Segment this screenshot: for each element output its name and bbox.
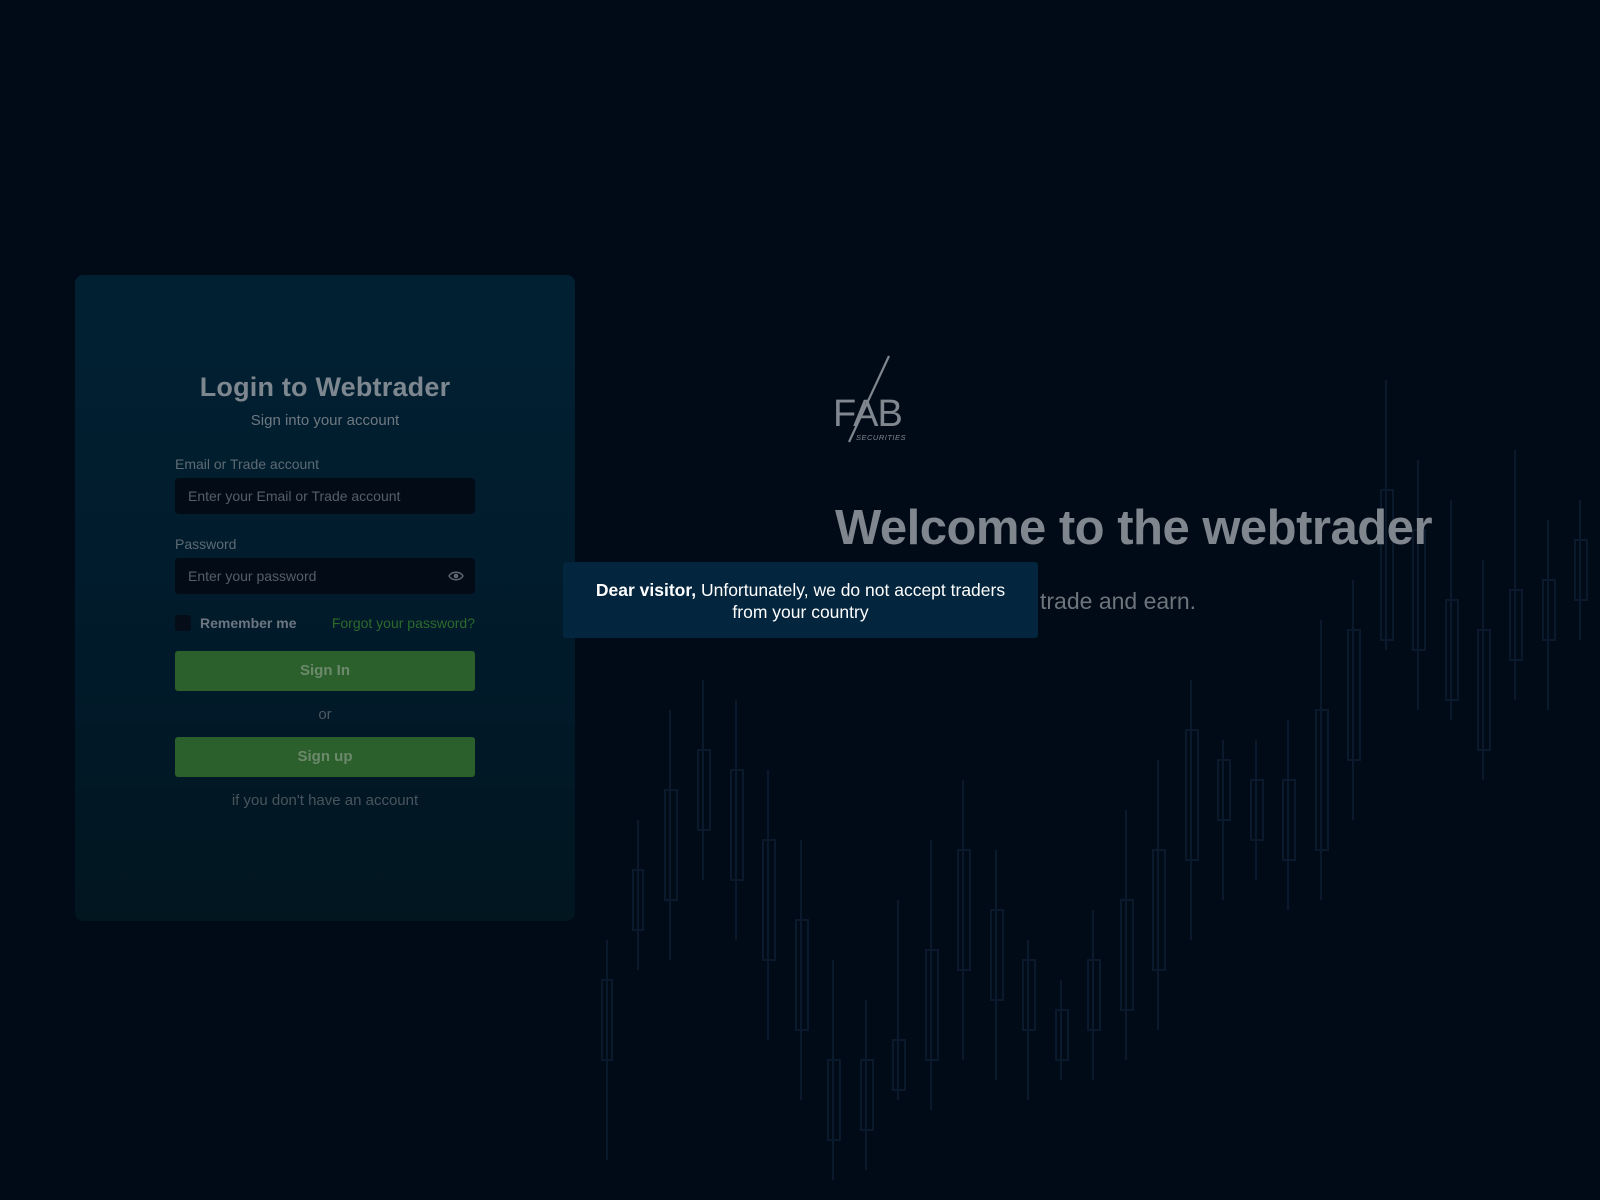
login-card: Login to Webtrader Sign into your accoun… bbox=[75, 275, 575, 921]
page: Login to Webtrader Sign into your accoun… bbox=[0, 0, 1600, 1200]
login-form: Login to Webtrader Sign into your accoun… bbox=[175, 372, 475, 809]
email-input[interactable]: Enter your Email or Trade account bbox=[175, 478, 475, 514]
remember-row: Remember me Forgot your password? bbox=[175, 615, 475, 631]
sign-in-button[interactable]: Sign In bbox=[175, 651, 475, 691]
remember-label: Remember me bbox=[200, 615, 297, 631]
forgot-password-link[interactable]: Forgot your password? bbox=[332, 615, 475, 631]
email-label: Email or Trade account bbox=[175, 456, 319, 472]
remember-me[interactable]: Remember me bbox=[175, 615, 297, 631]
fab-securities-logo: FAB SECURITIES bbox=[833, 355, 906, 443]
login-subtitle: Sign into your account bbox=[250, 412, 400, 429]
email-placeholder: Enter your Email or Trade account bbox=[188, 488, 401, 504]
logo-text: FAB bbox=[833, 393, 902, 435]
password-input[interactable]: Enter your password bbox=[175, 558, 475, 594]
sign-up-button[interactable]: Sign up bbox=[175, 737, 475, 777]
sign-up-note: if you don't have an account bbox=[231, 792, 419, 809]
country-restriction-toast: Dear visitor, Unfortunately, we do not a… bbox=[563, 562, 1038, 638]
password-placeholder: Enter your password bbox=[188, 568, 317, 584]
welcome-heading: Welcome to the webtrader bbox=[835, 501, 1433, 555]
toast-message-line2: from your country bbox=[732, 602, 869, 622]
toast-message: Unfortunately, we do not accept traders bbox=[696, 580, 1006, 600]
remember-checkbox[interactable] bbox=[175, 615, 191, 631]
logo-subtext: SECURITIES bbox=[856, 433, 906, 442]
login-title: Login to Webtrader bbox=[199, 372, 451, 402]
toast-greeting: Dear visitor, bbox=[595, 580, 697, 600]
or-divider: or bbox=[318, 706, 332, 723]
password-label: Password bbox=[175, 536, 237, 552]
eye-icon[interactable] bbox=[448, 569, 464, 583]
hero-tagline: trade and earn. bbox=[1040, 588, 1197, 614]
